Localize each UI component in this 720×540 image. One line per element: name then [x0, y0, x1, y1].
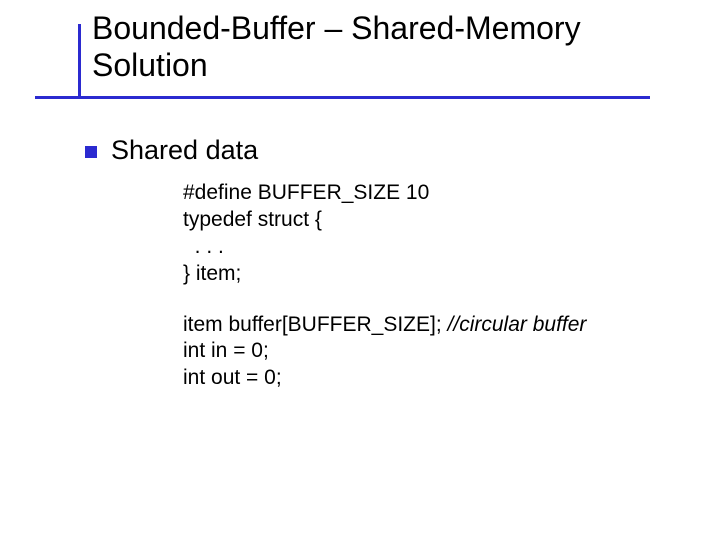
code-line: } item;	[183, 261, 665, 288]
title-line-1: Bounded-Buffer – Shared-Memory	[92, 10, 581, 46]
slide: Bounded-Buffer – Shared-Memory Solution …	[0, 0, 720, 540]
body: Shared data #define BUFFER_SIZE 10 typed…	[85, 135, 665, 392]
code-line: #define BUFFER_SIZE 10	[183, 180, 665, 207]
code-line: item buffer[BUFFER_SIZE]; //circular buf…	[183, 312, 665, 339]
bullet-item: Shared data	[85, 135, 665, 166]
code-line: int out = 0;	[183, 365, 665, 392]
code-text: item buffer[BUFFER_SIZE];	[183, 313, 448, 336]
header: Bounded-Buffer – Shared-Memory Solution	[35, 10, 680, 84]
code-comment: //circular buffer	[448, 313, 587, 336]
bullet-square-icon	[85, 146, 97, 158]
code-block: #define BUFFER_SIZE 10 typedef struct { …	[183, 180, 665, 392]
code-line: . . .	[183, 234, 665, 261]
title-rule-horizontal	[35, 96, 650, 99]
blank-line	[183, 288, 665, 312]
slide-title: Bounded-Buffer – Shared-Memory Solution	[35, 10, 680, 84]
title-line-2: Solution	[92, 47, 208, 83]
code-line: int in = 0;	[183, 338, 665, 365]
code-line: typedef struct {	[183, 207, 665, 234]
bullet-label: Shared data	[111, 135, 258, 166]
